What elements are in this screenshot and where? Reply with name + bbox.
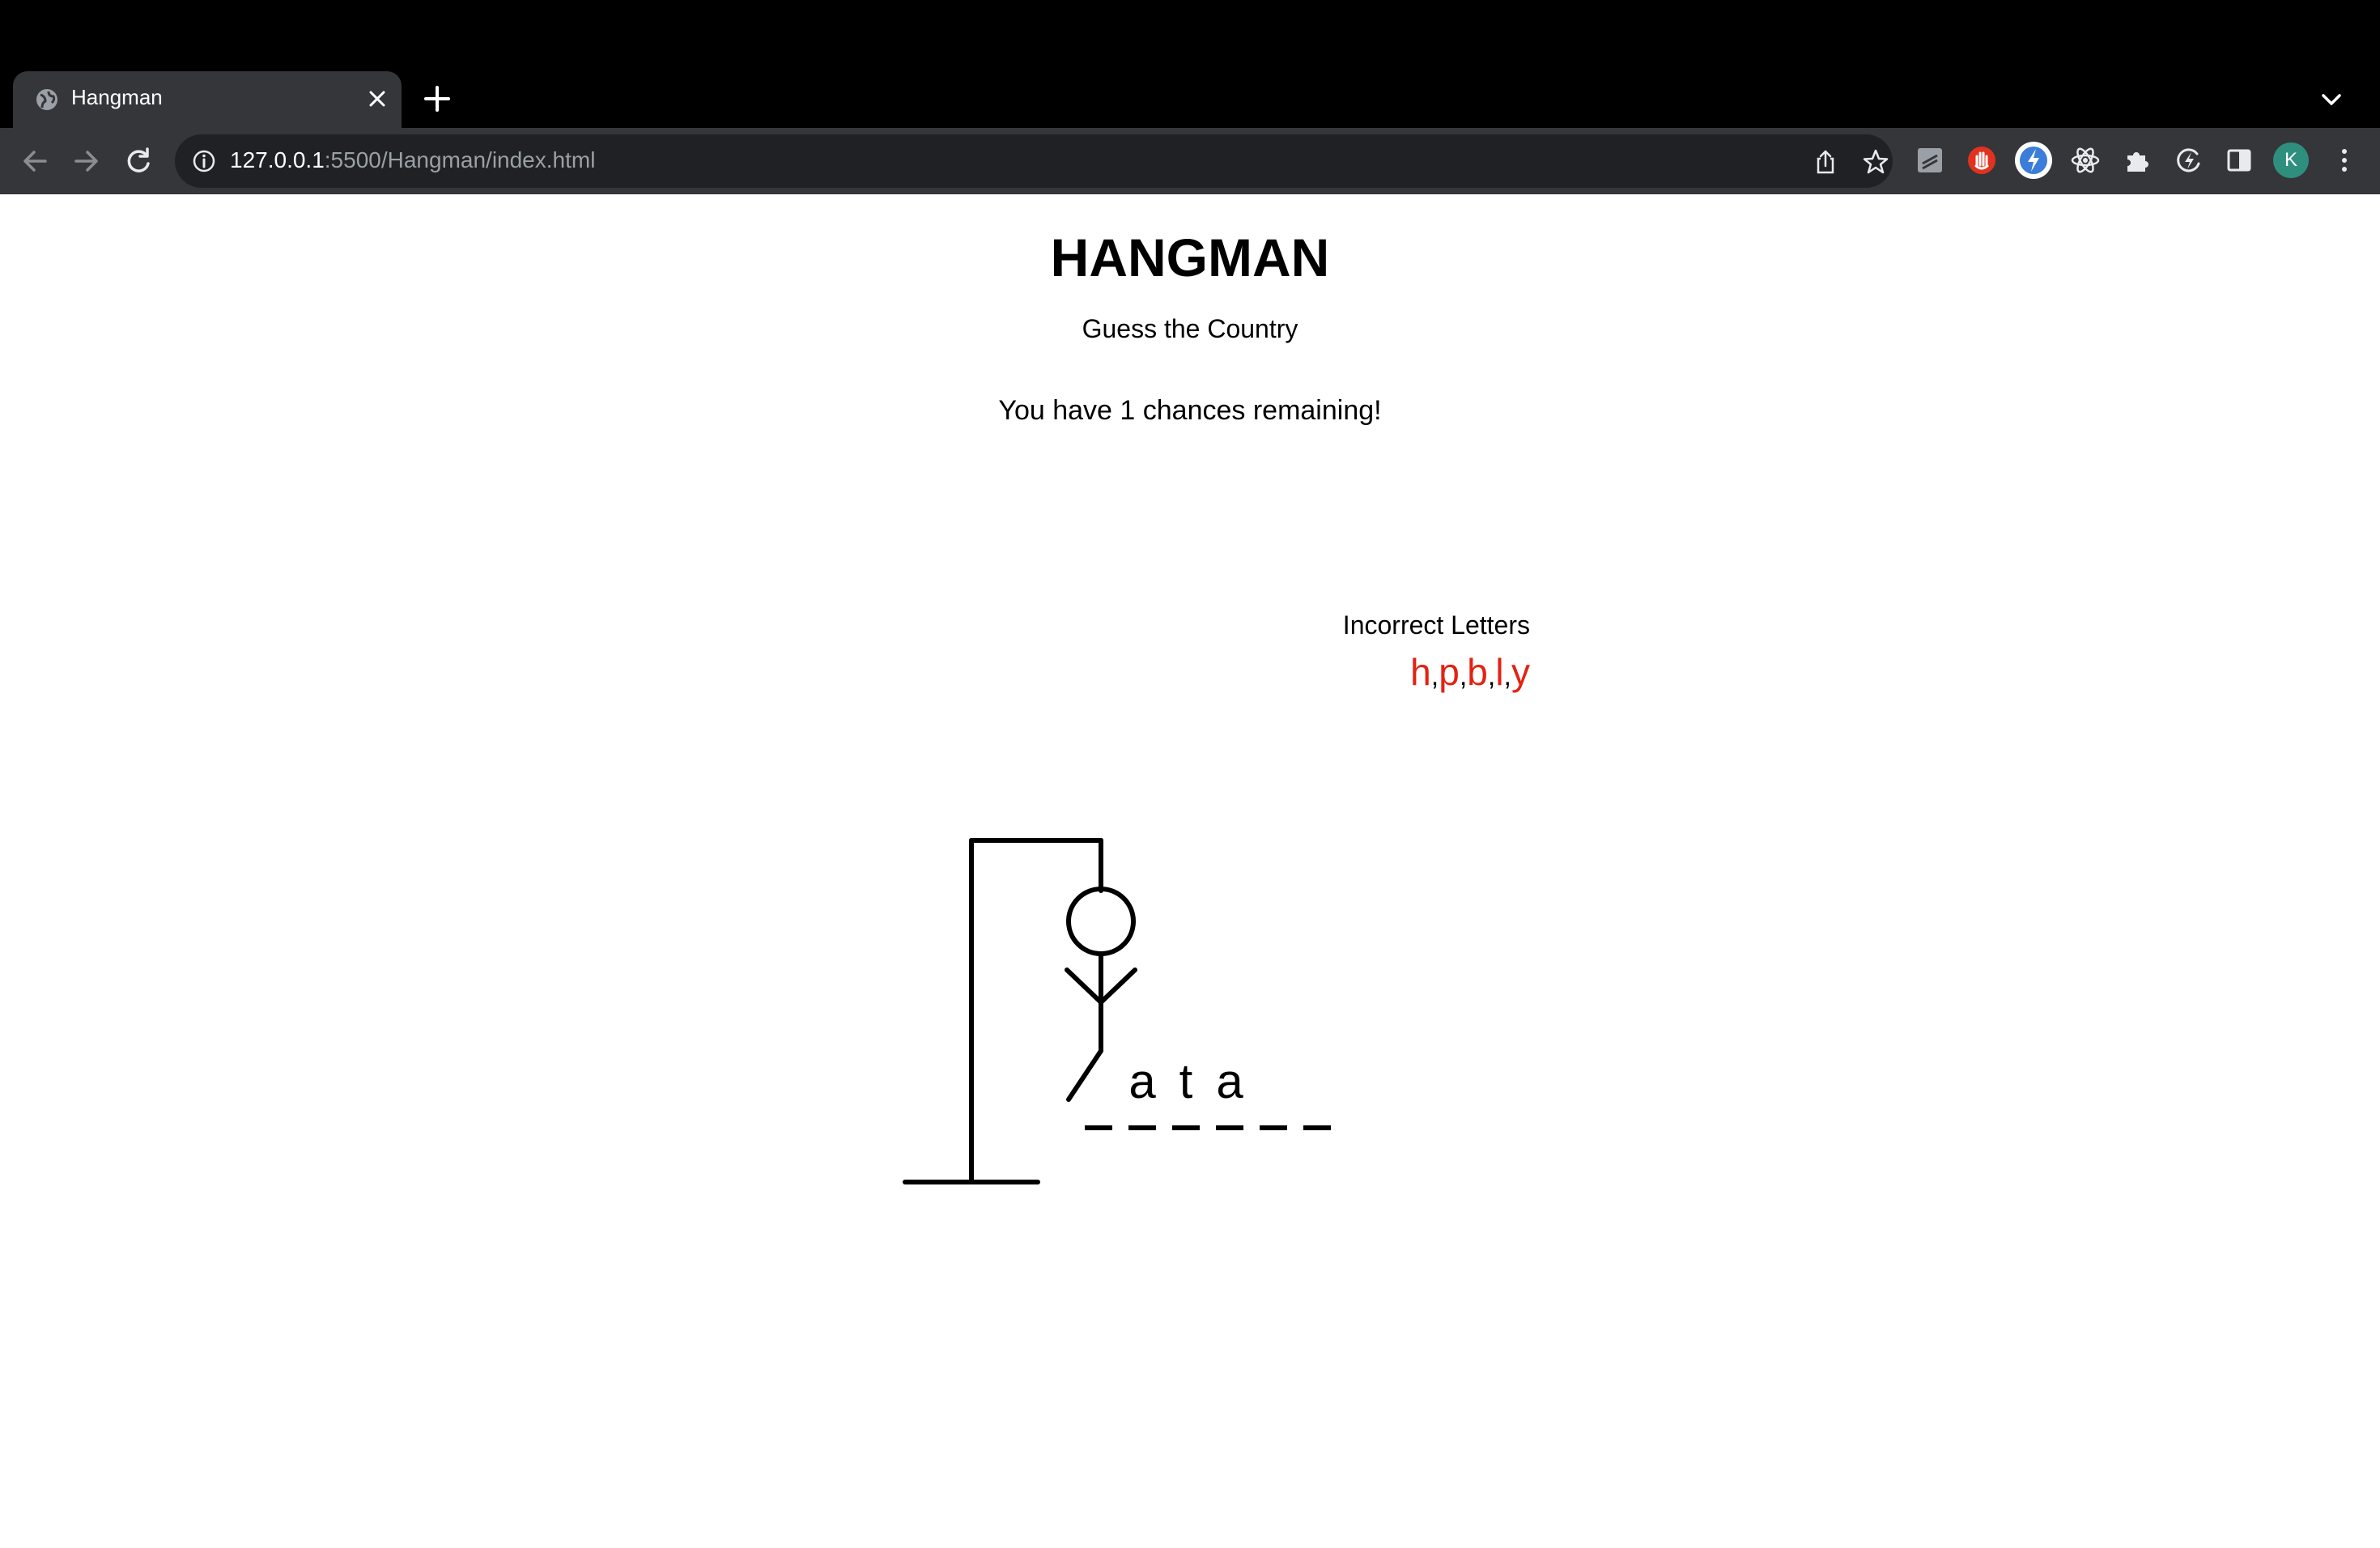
extension-bolt-icon[interactable] — [2014, 141, 2053, 180]
incorrect-letter: p — [1439, 651, 1460, 693]
incorrect-letter: y — [1511, 651, 1530, 693]
url-text[interactable]: 127.0.0.1:5500/Hangman/index.html — [230, 147, 595, 173]
incorrect-letters-panel: Incorrect Letters h,p,b,l,y — [1328, 610, 1530, 694]
new-tab-icon[interactable] — [423, 84, 452, 113]
back-arrow-icon[interactable] — [18, 144, 52, 178]
share-icon[interactable] — [1812, 148, 1839, 176]
letter-slot — [1260, 1057, 1287, 1130]
address-bar[interactable]: 127.0.0.1:5500/Hangman/index.html — [175, 134, 1893, 188]
react-devtools-icon[interactable] — [2069, 144, 2102, 176]
hangman-left-arm — [1065, 968, 1103, 1005]
letter-separator: , — [1459, 661, 1468, 691]
globe-icon — [36, 89, 57, 110]
more-menu-icon[interactable] — [2328, 144, 2361, 176]
performance-bolt-icon[interactable] — [2173, 144, 2205, 176]
letter-separator: , — [1487, 661, 1496, 691]
letter-slot: a — [1216, 1057, 1243, 1130]
browser-toolbar: 127.0.0.1:5500/Hangman/index.html K — [0, 128, 2380, 194]
close-tab-icon[interactable] — [366, 87, 389, 110]
incorrect-letter: h — [1410, 651, 1431, 693]
url-path: :5500/Hangman/index.html — [324, 147, 596, 172]
letter-separator: , — [1430, 661, 1439, 691]
extension-hand-icon[interactable] — [1966, 144, 1998, 176]
letter-slot — [1085, 1057, 1112, 1130]
incorrect-letters-list: h,p,b,l,y — [1328, 650, 1530, 694]
letter-slot: a — [1128, 1057, 1156, 1130]
hangman-right-arm — [1099, 968, 1137, 1005]
letter-slot: t — [1172, 1057, 1200, 1130]
extensions-puzzle-icon[interactable] — [2121, 144, 2153, 176]
letter-slot — [1303, 1057, 1331, 1130]
incorrect-letter: b — [1467, 651, 1488, 693]
url-host: 127.0.0.1 — [230, 147, 325, 172]
chances-remaining-message: You have 1 chances remaining! — [998, 395, 1382, 426]
tab-search-chevron-icon[interactable] — [2318, 89, 2344, 110]
side-panel-icon[interactable] — [2223, 144, 2255, 176]
site-info-icon[interactable] — [191, 148, 217, 174]
word-display: a t a — [1085, 1057, 1331, 1130]
profile-avatar[interactable]: K — [2273, 142, 2309, 178]
tab-title: Hangman — [71, 85, 163, 109]
browser-tab[interactable]: Hangman — [13, 71, 402, 128]
bookmark-star-icon[interactable] — [1862, 148, 1889, 176]
letter-separator: , — [1503, 661, 1511, 691]
incorrect-letters-label: Incorrect Letters — [1342, 610, 1530, 640]
page-subtitle: Guess the Country — [1082, 314, 1298, 343]
page-content: HANGMAN Guess the Country You have 1 cha… — [0, 194, 2380, 1548]
forward-arrow-icon[interactable] — [70, 144, 104, 178]
page-title: HANGMAN — [1050, 228, 1330, 287]
hangman-head — [1066, 887, 1136, 956]
extension-notes-icon[interactable] — [1914, 144, 1946, 176]
browser-chrome: Hangman 127.0.0.1:5500/Hangman/index.htm… — [0, 0, 2380, 194]
reload-icon[interactable] — [121, 144, 155, 178]
incorrect-letter: l — [1495, 651, 1504, 693]
